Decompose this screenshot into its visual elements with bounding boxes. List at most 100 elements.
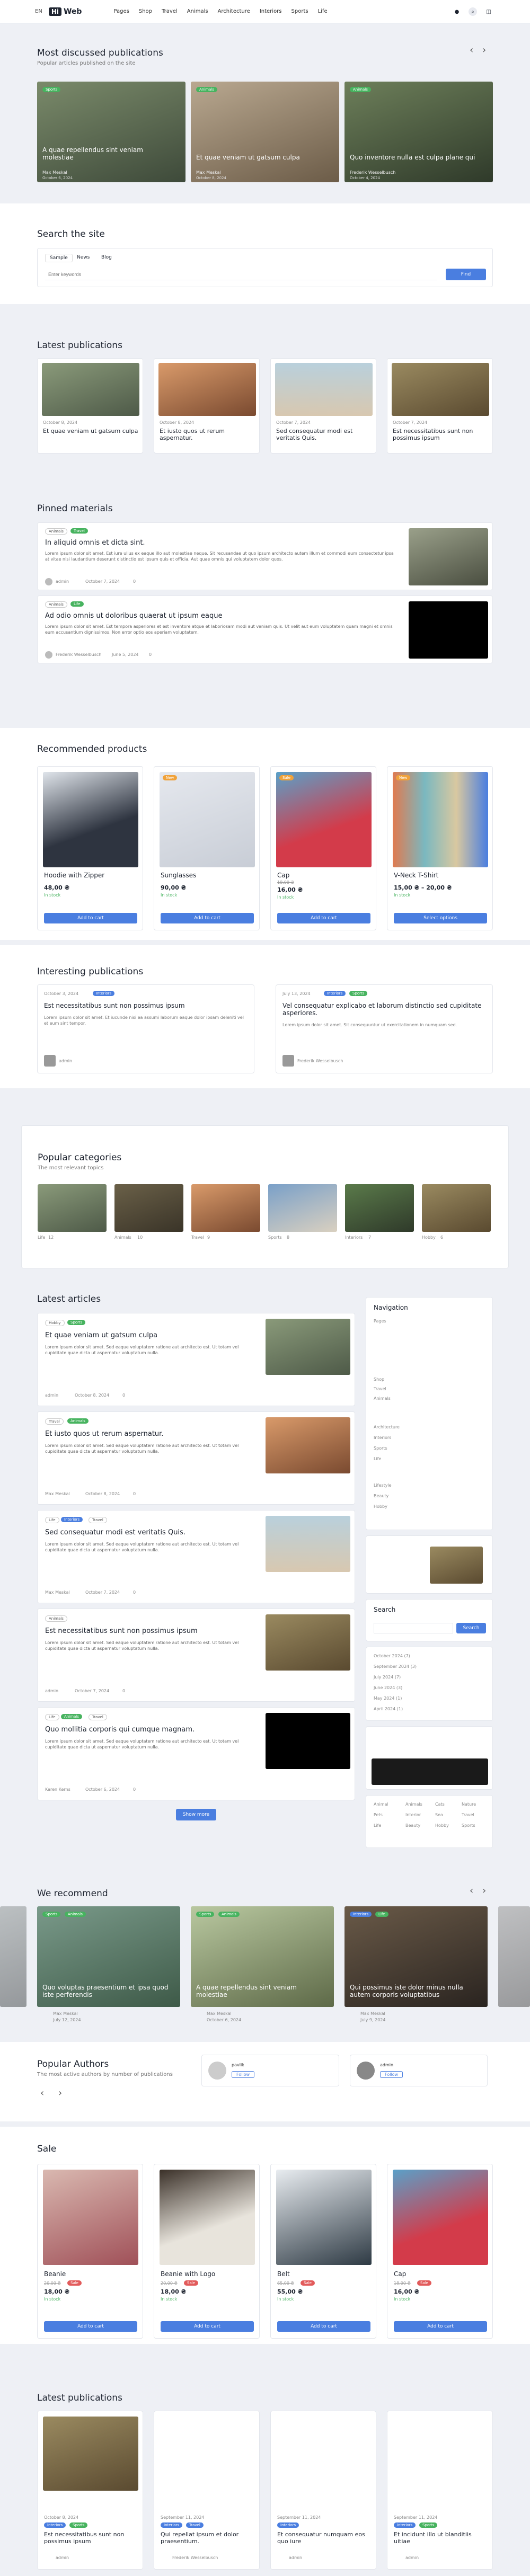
pinned-item[interactable]: Animals Travel In aliquid omnis et dicta… — [37, 522, 493, 590]
next-arrow-icon[interactable]: › — [58, 2088, 62, 2099]
nav-item-sports[interactable]: Sports — [292, 8, 308, 14]
add-to-cart-button[interactable]: Add to cart — [161, 913, 254, 923]
follow-button[interactable]: Follow — [380, 2071, 403, 2078]
pinned-item[interactable]: Animals Life Ad odio omnis ut doloribus … — [37, 596, 493, 663]
next-arrow-icon[interactable]: › — [482, 45, 486, 56]
product-card[interactable]: Cap 18,00 ₴ Sale 16,00 ₴ In stock Add to… — [387, 2164, 493, 2339]
add-to-cart-button[interactable]: Add to cart — [277, 913, 370, 923]
search-input[interactable] — [45, 269, 437, 280]
product-card[interactable]: New Sunglasses 90,00 ₴ In stock Add to c… — [154, 766, 260, 930]
recommend-card[interactable]: Sports Animals Quo voluptas praesentium … — [37, 1906, 180, 2007]
sidebar-nav-item[interactable]: Travel — [374, 1387, 386, 1391]
article-card[interactable]: Travel Animals Et iusto quos ut rerum as… — [37, 1411, 355, 1505]
nav-item-interiors[interactable]: Interiors — [260, 8, 282, 14]
product-card[interactable]: New V-Neck T-Shirt 15,00 ₴ – 20,00 ₴ In … — [387, 766, 493, 930]
publication-card[interactable]: October 8, 2024 Interiors Sports Est nec… — [37, 2411, 143, 2570]
archive-link[interactable]: September 2024 (3) — [374, 1664, 417, 1669]
next-arrow-icon[interactable]: › — [482, 1885, 486, 1896]
category-tile[interactable] — [345, 1184, 414, 1232]
section-title: Recommended products — [37, 744, 147, 754]
category-tile[interactable] — [38, 1184, 107, 1232]
archive-link[interactable]: April 2024 (1) — [374, 1707, 403, 1711]
category-tile[interactable] — [268, 1184, 337, 1232]
nav-item-animals[interactable]: Animals — [187, 8, 208, 14]
publication-card[interactable]: September 11, 2024 Interiors Travel Qui … — [154, 2411, 260, 2570]
sidebar-search-button[interactable]: Search — [456, 1623, 486, 1633]
discussed-card[interactable]: Sports A quae repellendus sint veniam mo… — [37, 82, 186, 182]
nav-item-pages[interactable]: Pages — [113, 8, 129, 14]
interesting-card[interactable]: July 13, 2024 Interiors Sports Vel conse… — [276, 984, 493, 1073]
prev-arrow-icon[interactable]: ‹ — [470, 1885, 473, 1896]
nav-item-shop[interactable]: Shop — [139, 8, 152, 14]
product-card[interactable]: Beanie 20,00 ₴ Sale 18,00 ₴ In stock Add… — [37, 2164, 143, 2339]
search-icon[interactable]: ⌕ — [469, 7, 477, 16]
publication-card[interactable]: October 8, 2024 Et iusto quos ut rerum a… — [154, 358, 260, 454]
publication-card[interactable]: September 11, 2024 Interiors Et consequa… — [270, 2411, 376, 2570]
nav-item-travel[interactable]: Travel — [162, 8, 178, 14]
nav-item-architecture[interactable]: Architecture — [218, 8, 250, 14]
discussed-card[interactable]: Animals Et quae veniam ut gatsum culpa M… — [191, 82, 339, 182]
follow-button[interactable]: Follow — [232, 2071, 255, 2078]
add-to-cart-button[interactable]: Add to cart — [44, 2321, 137, 2332]
sidebar-nav-item[interactable]: Pages — [374, 1319, 386, 1323]
carousel-edge — [0, 1906, 26, 2007]
archive-link[interactable]: October 2024 (7) — [374, 1654, 410, 1658]
find-button[interactable]: Find — [446, 269, 486, 280]
add-to-cart-button[interactable]: Add to cart — [44, 913, 137, 923]
interesting-card[interactable]: October 3, 2024 Interiors Est necessitat… — [37, 984, 254, 1073]
sidebar-nav-item[interactable]: Interiors — [374, 1435, 391, 1440]
sidebar-nav-item[interactable]: Animals — [374, 1396, 391, 1401]
search-tab-blog[interactable]: Blog — [97, 254, 116, 261]
sidebar-nav-item[interactable]: Lifestyle — [374, 1483, 392, 1488]
article-card[interactable]: Animals Est necessitatibus sunt non poss… — [37, 1609, 355, 1702]
add-to-cart-button[interactable]: Add to cart — [277, 2321, 370, 2332]
archive-link[interactable]: June 2024 (3) — [374, 1685, 402, 1690]
article-card[interactable]: Life Interiors Travel Sed consequatur mo… — [37, 1510, 355, 1603]
article-card[interactable]: Hobby Sports Et quae veniam ut gatsum cu… — [37, 1313, 355, 1406]
author-card[interactable]: admin Follow — [350, 2055, 488, 2086]
video-thumbnail[interactable] — [266, 1713, 350, 1769]
prev-arrow-icon[interactable]: ‹ — [470, 45, 473, 56]
site-logo[interactable]: Hi Web — [48, 7, 82, 16]
select-options-button[interactable]: Select options — [394, 913, 487, 923]
publication-card[interactable]: October 8, 2024 Et quae veniam ut gatsum… — [37, 358, 143, 454]
show-more-button[interactable]: Show more — [176, 1809, 216, 1820]
recommend-card[interactable]: Interiors Life Qui possimus iste dolor m… — [344, 1906, 488, 2007]
language-switch[interactable]: EN — [35, 8, 42, 14]
product-card[interactable]: Hoodie with Zipper 48,00 ₴ In stock Add … — [37, 766, 143, 930]
video-thumbnail[interactable] — [409, 601, 488, 659]
recommend-card[interactable]: Sports Animals A quae repellendus sint v… — [191, 1906, 334, 2007]
sidebar-search-input[interactable] — [374, 1623, 453, 1633]
product-card[interactable]: Sale Cap 18,00 ₴ 16,00 ₴ In stock Add to… — [270, 766, 376, 930]
discussed-card[interactable]: Animals Quo inventore nulla est culpa pl… — [344, 82, 493, 182]
sidebar-nav-item[interactable]: Shop — [374, 1377, 384, 1382]
cart-icon[interactable]: ◫ — [484, 7, 493, 16]
video-player[interactable] — [372, 1758, 488, 1785]
sidebar-nav-item[interactable]: Beauty — [374, 1494, 388, 1498]
sidebar-nav-item[interactable]: Hobby — [374, 1504, 387, 1509]
category-tile[interactable] — [114, 1184, 183, 1232]
article-card[interactable]: Life Animals Travel Quo mollitia corpori… — [37, 1707, 355, 1800]
latest-publications-2-section: Latest publications October 8, 2024 Inte… — [0, 2349, 530, 2576]
avatar — [45, 578, 52, 585]
sidebar-nav-item[interactable]: Architecture — [374, 1425, 400, 1429]
nav-item-life[interactable]: Life — [318, 8, 328, 14]
prev-arrow-icon[interactable]: ‹ — [40, 2088, 44, 2099]
search-tab-news[interactable]: News — [73, 254, 94, 261]
category-tile[interactable] — [422, 1184, 491, 1232]
sidebar-nav-item[interactable]: Sports — [374, 1446, 387, 1451]
sidebar-nav-item[interactable]: Life — [374, 1456, 381, 1461]
publication-card[interactable]: October 7, 2024 Sed consequatur modi est… — [270, 358, 376, 454]
product-card[interactable]: Belt 65,00 ₴ Sale 55,00 ₴ In stock Add t… — [270, 2164, 376, 2339]
publication-card[interactable]: October 7, 2024 Est necessitatibus sunt … — [387, 358, 493, 454]
user-icon[interactable]: ● — [453, 7, 461, 16]
add-to-cart-button[interactable]: Add to cart — [161, 2321, 254, 2332]
add-to-cart-button[interactable]: Add to cart — [394, 2321, 487, 2332]
product-card[interactable]: Beanie with Logo 20,00 ₴ Sale 18,00 ₴ In… — [154, 2164, 260, 2339]
archive-link[interactable]: July 2024 (7) — [374, 1675, 401, 1680]
category-tile[interactable] — [191, 1184, 260, 1232]
search-tab-sample[interactable]: Sample — [45, 254, 73, 262]
archive-link[interactable]: May 2024 (1) — [374, 1696, 402, 1701]
author-card[interactable]: pavlik Follow — [201, 2055, 339, 2086]
publication-card[interactable]: September 11, 2024 Interiors Sports Et i… — [387, 2411, 493, 2570]
